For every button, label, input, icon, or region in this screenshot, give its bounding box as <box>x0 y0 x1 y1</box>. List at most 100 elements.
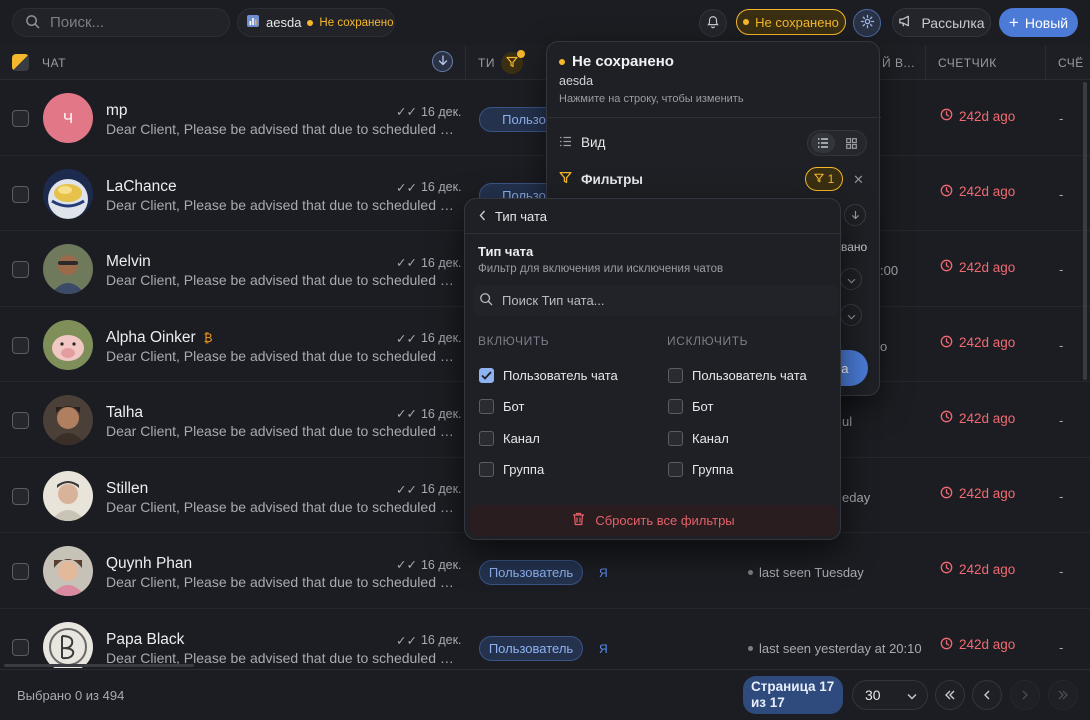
include-checkbox-user[interactable] <box>479 368 494 383</box>
saved-view-chip[interactable]: aesda Не сохранено <box>237 8 395 37</box>
per-page-select[interactable]: 30 <box>852 680 928 710</box>
message-preview: Dear Client, Please be advised that due … <box>106 574 456 590</box>
include-option-bot[interactable]: Бот <box>479 399 524 414</box>
chat-name-text: Papa Black <box>106 630 185 648</box>
clock-icon <box>940 184 953 200</box>
exclude-checkbox-bot[interactable] <box>668 399 683 414</box>
counter-text: 242d ago <box>959 637 1016 652</box>
page-indicator: Страница 17 из 17 <box>743 676 843 714</box>
next-page-button[interactable] <box>1010 680 1040 710</box>
include-option-channel[interactable]: Канал <box>479 431 540 446</box>
row-checkbox[interactable] <box>12 336 29 354</box>
table-row[interactable]: Ч mp Dear Client, Please be advised that… <box>0 80 1090 156</box>
include-option-group[interactable]: Группа <box>479 462 544 477</box>
list-icon <box>559 135 572 150</box>
avatar <box>43 546 93 596</box>
clock-icon <box>940 410 953 426</box>
counter-value: 242d ago <box>940 410 1015 426</box>
pagination-footer: Выбрано 0 из 494 Страница 17 из 17 30 <box>0 669 1090 720</box>
counter-value: 242d ago <box>940 184 1015 200</box>
last-seen-text: o <box>880 338 888 354</box>
last-seen: eday <box>842 490 870 505</box>
exclude-option-bot[interactable]: Бот <box>668 399 713 414</box>
row-checkbox[interactable] <box>12 487 29 505</box>
include-checkbox-group[interactable] <box>479 462 494 477</box>
first-page-button[interactable] <box>935 680 965 710</box>
filter-count-text: 1 <box>827 172 835 186</box>
date-text: 16 дек. <box>420 633 462 647</box>
broadcast-button[interactable]: Рассылка <box>892 8 991 37</box>
exclude-option-channel[interactable]: Канал <box>668 431 729 446</box>
filters-row[interactable]: Фильтры <box>559 171 643 187</box>
column-counter[interactable]: СЧЕТЧИК <box>938 56 997 70</box>
option-label: Бот <box>503 399 525 414</box>
column-chat[interactable]: ЧАТ <box>42 56 66 70</box>
search-box[interactable] <box>12 8 230 37</box>
exclude-checkbox-channel[interactable] <box>668 431 683 446</box>
message-date: ✓✓ 16 дек. <box>396 557 462 573</box>
previous-page-button[interactable] <box>972 680 1002 710</box>
sort-direction-button[interactable] <box>844 204 866 226</box>
back-button[interactable]: Тип чата <box>479 209 547 224</box>
clock-icon <box>940 108 953 124</box>
row-checkbox[interactable] <box>12 110 29 127</box>
filter-search-input[interactable] <box>502 293 802 308</box>
notifications-button[interactable] <box>699 9 727 37</box>
last-seen: last seen yesterday at 20:10 <box>748 641 922 656</box>
filter-search-box[interactable] <box>473 285 838 316</box>
row-checkbox[interactable] <box>12 563 29 580</box>
avatar: Ч <box>43 93 93 143</box>
select-all-checkbox[interactable] <box>12 54 29 71</box>
type-filter-button[interactable] <box>501 50 525 74</box>
grid-view-option[interactable] <box>840 133 864 153</box>
filter-count-badge[interactable]: 1 <box>805 167 843 191</box>
view-row-label: Вид <box>581 135 606 150</box>
column-last-seen[interactable]: Й В... <box>882 56 915 70</box>
exclude-option-group[interactable]: Группа <box>668 462 733 477</box>
chat-name: Alpha Oinker ₿ <box>106 329 213 347</box>
row-checkbox[interactable] <box>12 185 29 203</box>
reset-filters-button[interactable]: Сбросить все фильтры <box>469 505 838 536</box>
table-row[interactable]: Quynh Phan Dear Client, Please be advise… <box>0 533 1090 609</box>
clear-filters-icon[interactable]: ✕ <box>853 172 864 188</box>
column-type[interactable]: ТИ <box>478 56 495 70</box>
type-badge: Пользователь <box>479 635 583 661</box>
include-checkbox-channel[interactable] <box>479 431 494 446</box>
exclude-option-user[interactable]: Пользователь чата <box>668 368 807 383</box>
exclude-checkbox-group[interactable] <box>668 462 683 477</box>
last-page-button[interactable] <box>1048 680 1078 710</box>
view-popup-name[interactable]: aesda <box>559 74 593 88</box>
horizontal-scrollbar[interactable] <box>4 664 194 667</box>
double-check-icon: ✓✓ <box>396 256 417 270</box>
sort-button[interactable] <box>432 51 453 72</box>
double-check-icon: ✓✓ <box>396 180 417 195</box>
dropdown-button[interactable] <box>840 304 862 326</box>
filter-icon <box>813 172 824 186</box>
unsaved-chip[interactable]: Не сохранено <box>736 9 846 35</box>
search-input[interactable] <box>50 14 210 31</box>
column-counter-2[interactable]: СЧЁ <box>1058 56 1084 70</box>
vertical-scrollbar[interactable] <box>1083 82 1087 380</box>
list-view-option[interactable] <box>810 133 835 153</box>
page-indicator-line2: из 17 <box>751 695 785 710</box>
view-mode-toggle[interactable] <box>807 130 867 156</box>
option-label: Группа <box>692 462 734 477</box>
status-dot <box>748 645 753 651</box>
avatar-initial: Ч <box>63 109 73 127</box>
row-checkbox[interactable] <box>12 261 29 278</box>
new-button[interactable]: + Новый <box>999 8 1078 37</box>
bitcoin-icon: ₿ <box>203 330 213 345</box>
table-row[interactable]: Papa Black Dear Client, Please be advise… <box>0 609 1090 668</box>
date-text: 16 дек. <box>420 482 462 496</box>
exclude-checkbox-user[interactable] <box>668 368 683 383</box>
arrow-down-icon <box>851 207 860 223</box>
double-check-icon: ✓✓ <box>396 331 417 346</box>
view-row[interactable]: Вид <box>559 135 605 150</box>
dropdown-button[interactable] <box>840 268 862 290</box>
settings-button[interactable] <box>853 9 881 37</box>
include-checkbox-bot[interactable] <box>479 399 494 414</box>
row-checkbox[interactable] <box>12 412 29 429</box>
include-option-user[interactable]: Пользователь чата <box>479 368 618 383</box>
row-checkbox[interactable] <box>12 638 29 656</box>
column-separator <box>465 45 466 80</box>
